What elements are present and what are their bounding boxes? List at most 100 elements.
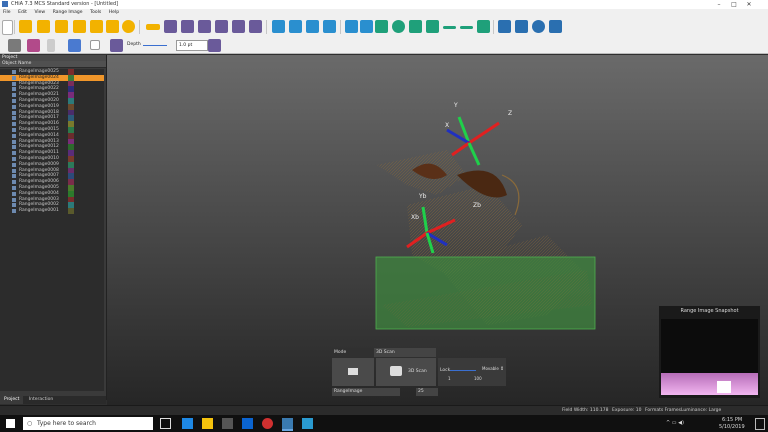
rotate-left-icon[interactable] <box>345 20 358 33</box>
visibility-checkbox[interactable] <box>12 127 16 132</box>
view-iso-icon[interactable] <box>323 20 336 33</box>
cut-icon[interactable] <box>73 20 86 33</box>
app2-icon[interactable] <box>302 418 313 429</box>
menu-file[interactable]: File <box>0 9 14 17</box>
count-select[interactable]: 25 <box>416 388 438 396</box>
filter-tool-icon[interactable] <box>198 20 211 33</box>
undo-icon[interactable] <box>90 20 103 33</box>
mode-select[interactable]: 3D Scan <box>374 348 436 357</box>
view-front-icon[interactable] <box>272 20 285 33</box>
new-file-icon[interactable] <box>2 20 13 35</box>
scatter-tool-icon[interactable] <box>164 20 177 33</box>
visibility-checkbox[interactable] <box>12 203 16 208</box>
visibility-checkbox[interactable] <box>12 156 16 161</box>
merge-tool-icon[interactable] <box>215 20 228 33</box>
zoom-fit-icon[interactable] <box>532 20 545 33</box>
visibility-checkbox[interactable] <box>12 180 16 185</box>
menu-range-image[interactable]: Range Image <box>50 9 86 17</box>
close-button[interactable]: ✕ <box>742 0 756 9</box>
tray-icons[interactable]: ^ ▭ ◀) <box>666 420 684 426</box>
color-swatch[interactable] <box>68 208 74 214</box>
capture-button[interactable]: 3D Scan <box>376 358 436 386</box>
material-icon[interactable] <box>27 39 40 52</box>
lock-slider[interactable] <box>450 370 476 371</box>
visibility-checkbox[interactable] <box>12 168 16 173</box>
visibility-checkbox[interactable] <box>12 174 16 179</box>
spinner-icon[interactable]: ⇕ <box>500 366 504 372</box>
mesh-tool-icon[interactable] <box>249 20 262 33</box>
point-size-field[interactable]: 1.0 pt <box>176 40 208 51</box>
save-all-icon[interactable] <box>55 20 68 33</box>
open-folder-icon[interactable] <box>19 20 32 33</box>
visibility-checkbox[interactable] <box>12 87 16 92</box>
visibility-checkbox[interactable] <box>12 70 16 74</box>
source-select[interactable]: RangeImage <box>332 388 400 396</box>
refresh-icon[interactable] <box>122 20 135 33</box>
chrome-icon[interactable] <box>262 418 273 429</box>
menu-help[interactable]: Help <box>106 9 122 17</box>
clock-time[interactable]: 6:15 PM <box>722 417 742 423</box>
background-color-icon[interactable] <box>90 40 100 50</box>
visibility-checkbox[interactable] <box>12 191 16 196</box>
layout-icon[interactable] <box>515 20 528 33</box>
camera-button[interactable] <box>332 358 374 386</box>
minimize-button[interactable]: – <box>712 0 726 9</box>
shape-line-icon[interactable] <box>460 26 473 29</box>
depth-slider[interactable] <box>143 45 167 46</box>
menu-tools[interactable]: Tools <box>87 9 104 17</box>
tree-item[interactable]: RangeImage0001 <box>0 208 104 214</box>
visibility-checkbox[interactable] <box>12 185 16 190</box>
visibility-checkbox[interactable] <box>12 197 16 202</box>
view-top-icon[interactable] <box>289 20 302 33</box>
shape-bar-icon[interactable] <box>477 20 490 33</box>
windows-start-icon[interactable] <box>6 419 15 428</box>
tools-icon[interactable] <box>208 39 221 52</box>
shape-ellipse-icon[interactable] <box>392 20 405 33</box>
settings-icon[interactable] <box>549 20 562 33</box>
rotate-right-icon[interactable] <box>360 20 373 33</box>
visibility-checkbox[interactable] <box>12 98 16 103</box>
shape-curve-icon[interactable] <box>443 26 456 29</box>
visibility-checkbox[interactable] <box>12 93 16 98</box>
shape-box-icon[interactable] <box>409 20 422 33</box>
menu-view[interactable]: View <box>31 9 48 17</box>
file-explorer-icon[interactable] <box>202 418 213 429</box>
taskbar-search[interactable]: ○ Type here to search <box>23 417 153 430</box>
point-style-icon[interactable] <box>68 39 81 52</box>
edge-icon[interactable] <box>182 418 193 429</box>
visibility-checkbox[interactable] <box>12 110 16 115</box>
mail-icon[interactable] <box>242 418 253 429</box>
visibility-checkbox[interactable] <box>12 162 16 167</box>
rotate-tool-icon[interactable] <box>181 20 194 33</box>
redo-icon[interactable] <box>106 20 119 33</box>
visibility-checkbox[interactable] <box>12 104 16 109</box>
shape-rect-icon[interactable] <box>375 20 388 33</box>
tab-project[interactable]: Project <box>0 396 24 404</box>
clock-date[interactable]: 5/10/2019 <box>719 424 745 430</box>
chia-app-icon[interactable] <box>282 418 293 431</box>
visibility-checkbox[interactable] <box>12 116 16 121</box>
register-tool-icon[interactable] <box>232 20 245 33</box>
task-view-icon[interactable] <box>160 418 171 429</box>
notification-icon[interactable] <box>755 418 765 430</box>
visibility-checkbox[interactable] <box>12 122 16 127</box>
shape-check-icon[interactable] <box>426 20 439 33</box>
visibility-checkbox[interactable] <box>12 139 16 144</box>
object-tree[interactable]: RangeImage0025 RangeImage0024 RangeImage00… <box>0 69 104 391</box>
save-icon[interactable] <box>37 20 50 33</box>
view-side-icon[interactable] <box>306 20 319 33</box>
visibility-checkbox[interactable] <box>12 145 16 150</box>
shader-icon[interactable] <box>110 39 123 52</box>
menu-edit[interactable]: Edit <box>15 9 30 17</box>
store-icon[interactable] <box>222 418 233 429</box>
window-icon[interactable] <box>498 20 511 33</box>
visibility-checkbox[interactable] <box>12 75 16 80</box>
visibility-checkbox[interactable] <box>12 133 16 138</box>
visibility-checkbox[interactable] <box>12 209 16 214</box>
light-bulb-icon[interactable] <box>8 39 21 52</box>
visibility-checkbox[interactable] <box>12 81 16 86</box>
maximize-button[interactable]: □ <box>727 0 741 9</box>
visibility-checkbox[interactable] <box>12 151 16 156</box>
solid-color-icon[interactable] <box>47 39 55 52</box>
measure-tool-icon[interactable] <box>146 24 160 30</box>
